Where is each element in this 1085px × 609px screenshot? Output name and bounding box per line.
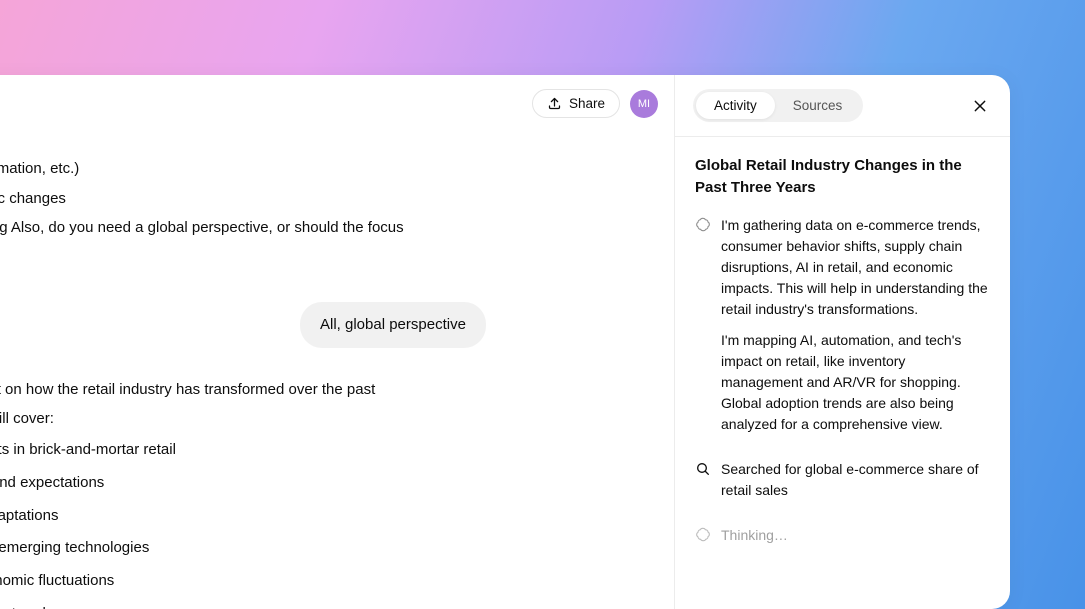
activity-item: I'm gathering data on e-commerce trends,… <box>695 215 990 445</box>
search-icon <box>695 461 711 477</box>
tab-sources[interactable]: Sources <box>775 92 861 119</box>
topbar: Share MI <box>532 89 658 118</box>
text-line: on? <box>0 244 654 272</box>
user-message-bubble: All, global perspective <box>300 302 486 348</box>
openai-icon <box>695 217 711 233</box>
sidebar-body: Global Retail Industry Changes in the Pa… <box>675 137 1010 588</box>
tab-label: Activity <box>714 98 757 113</box>
research-sidebar: Activity Sources Global Retail Industry … <box>675 75 1010 609</box>
assistant-message: earch report on how the retail industry … <box>0 376 654 609</box>
activity-paragraph: Thinking… <box>721 525 788 546</box>
tab-activity[interactable]: Activity <box>696 92 775 119</box>
tab-group: Activity Sources <box>693 89 863 122</box>
share-label: Share <box>569 96 605 111</box>
activity-item: Searched for global e-commerce share of … <box>695 459 990 511</box>
activity-paragraph: Searched for global e-commerce share of … <box>721 459 990 501</box>
text-line: ges <box>0 125 654 153</box>
activity-paragraph: I'm gathering data on e-commerce trends,… <box>721 215 990 320</box>
text-line: es (AI, automation, etc.) <box>0 155 654 183</box>
text-line: cale. This will cover: <box>0 405 654 433</box>
bullet-list: rce and shifts in brick-and-mortar retai… <box>0 435 654 609</box>
share-button[interactable]: Share <box>532 89 620 118</box>
activity-item: Thinking… <box>695 525 990 556</box>
close-icon <box>972 98 988 114</box>
activity-text-thinking: Thinking… <box>721 525 788 556</box>
list-item: rce and shifts in brick-and-mortar retai… <box>0 435 654 466</box>
app-window: Share MI ges es (AI, automation, etc.) n… <box>0 75 1010 609</box>
text-line: hical retailing Also, do you need a glob… <box>0 214 654 242</box>
list-item: hical retailing trends <box>0 599 654 609</box>
close-button[interactable] <box>968 96 992 116</box>
activity-paragraph: I'm mapping AI, automation, and tech's i… <box>721 330 990 435</box>
assistant-message-partial: ges es (AI, automation, etc.) nd economi… <box>0 125 654 272</box>
main-pane: Share MI ges es (AI, automation, etc.) n… <box>0 75 675 609</box>
avatar[interactable]: MI <box>630 90 658 118</box>
avatar-initials: MI <box>638 98 650 110</box>
share-icon <box>547 96 562 111</box>
list-item: nation, and emerging technologies <box>0 533 654 564</box>
text-line: earch report on how the retail industry … <box>0 376 654 404</box>
list-item: on and economic fluctuations <box>0 566 654 597</box>
user-message-text: All, global perspective <box>320 316 466 333</box>
activity-text: Searched for global e-commerce share of … <box>721 459 990 511</box>
list-item: ions and adaptations <box>0 501 654 532</box>
sidebar-title: Global Retail Industry Changes in the Pa… <box>695 155 990 199</box>
sidebar-header: Activity Sources <box>675 75 1010 137</box>
conversation-content: ges es (AI, automation, etc.) nd economi… <box>0 125 654 609</box>
activity-text: I'm gathering data on e-commerce trends,… <box>721 215 990 445</box>
list-item: r behavior and expectations <box>0 468 654 499</box>
tab-label: Sources <box>793 98 843 113</box>
openai-icon <box>695 527 711 543</box>
text-line: nd economic changes <box>0 185 654 213</box>
